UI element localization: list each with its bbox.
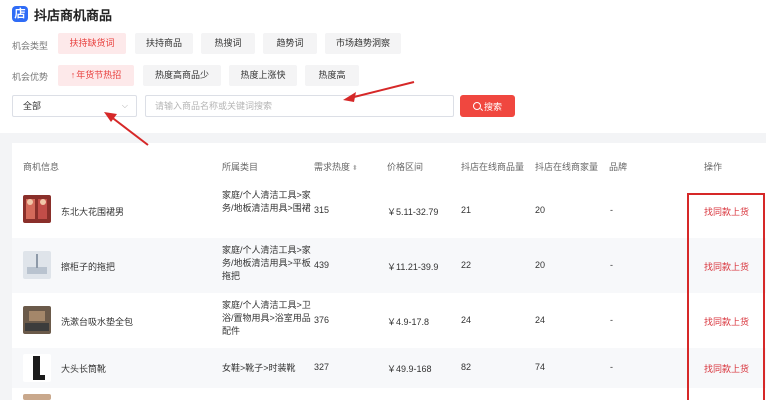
annotation-arrow-search xyxy=(349,81,415,99)
annotation-arrows xyxy=(104,81,415,146)
annotation-arrow-select xyxy=(109,115,149,146)
annotation-arrowhead-search xyxy=(343,92,356,102)
